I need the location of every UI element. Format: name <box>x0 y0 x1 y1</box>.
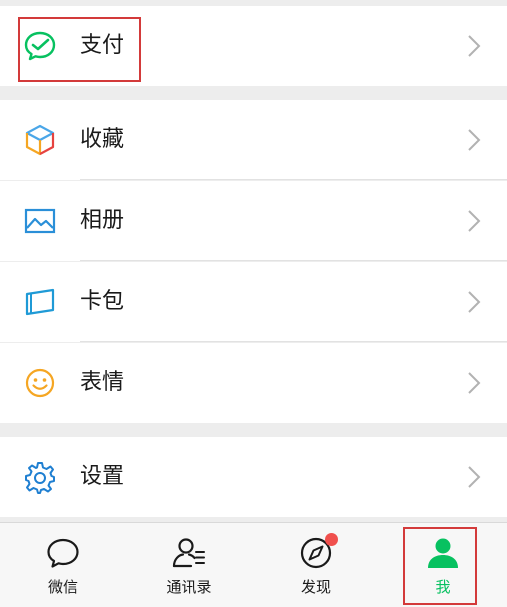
tab-contacts[interactable]: 通讯录 <box>126 523 252 607</box>
chevron-right-icon <box>468 129 481 151</box>
divider <box>80 260 507 261</box>
tab-discover[interactable]: 发现 <box>253 523 379 607</box>
tab-contacts-label: 通讯录 <box>166 578 212 596</box>
highlight-box-pay <box>18 17 141 82</box>
chevron-right-icon <box>468 466 481 488</box>
menu-item-settings-label: 设置 <box>80 464 125 489</box>
menu-item-album-label: 相册 <box>80 208 125 233</box>
tab-chats[interactable]: 微信 <box>0 523 126 607</box>
chat-bubble-icon <box>47 538 79 568</box>
section-gap <box>0 86 507 100</box>
menu-item-favorites[interactable]: 收藏 <box>0 100 507 180</box>
divider <box>80 341 507 342</box>
section-gap <box>0 423 507 437</box>
divider <box>80 179 507 180</box>
chevron-right-icon <box>468 210 481 232</box>
smiley-icon <box>25 368 55 398</box>
chevron-right-icon <box>468 35 481 57</box>
tab-discover-label: 发现 <box>300 578 331 596</box>
tab-chats-label: 微信 <box>47 578 78 596</box>
menu-item-album[interactable]: 相册 <box>0 181 507 261</box>
chevron-right-icon <box>468 291 481 313</box>
contacts-icon <box>172 538 205 568</box>
chevron-right-icon <box>468 372 481 394</box>
menu-item-cards-label: 卡包 <box>80 289 125 314</box>
menu-item-stickers-label: 表情 <box>80 370 125 395</box>
cube-icon <box>25 124 55 156</box>
menu-item-stickers[interactable]: 表情 <box>0 343 507 423</box>
menu-item-cards[interactable]: 卡包 <box>0 262 507 342</box>
menu-item-settings[interactable]: 设置 <box>0 437 507 517</box>
picture-icon <box>24 208 56 234</box>
menu-item-favorites-label: 收藏 <box>80 127 125 152</box>
gear-icon <box>25 462 55 494</box>
notification-dot <box>325 533 338 546</box>
card-icon <box>25 288 55 316</box>
highlight-box-me <box>403 527 477 605</box>
